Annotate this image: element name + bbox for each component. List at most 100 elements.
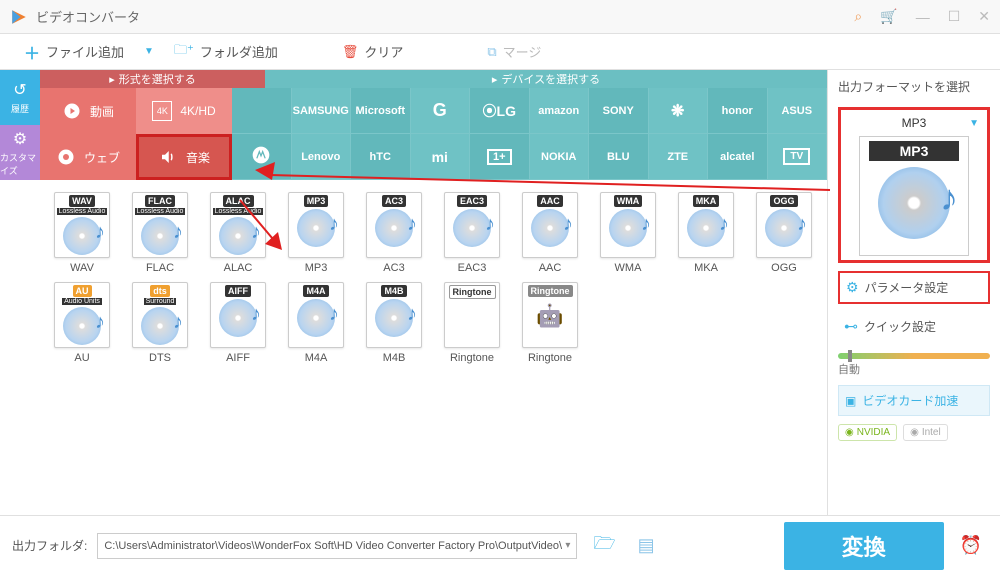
add-file-button[interactable]: ＋ ファイル追加 xyxy=(16,36,132,68)
convert-button[interactable]: 変換 xyxy=(784,522,944,570)
add-folder-button[interactable]: 🗀⁺ フォルダ追加 xyxy=(166,37,286,67)
brand-alcatel[interactable]: alcatel xyxy=(708,134,768,180)
format-badge: Ringtone xyxy=(449,285,496,299)
add-file-dropdown[interactable]: ▼ xyxy=(136,42,162,61)
open-folder-button[interactable]: 🗁 xyxy=(587,531,621,561)
nvidia-chip[interactable]: ◉ NVIDIA xyxy=(838,424,897,441)
format-ogg[interactable]: OGGOGG xyxy=(750,192,818,274)
disc-icon xyxy=(375,209,413,247)
format-m4a[interactable]: M4AM4A xyxy=(282,282,350,364)
format-label: AU xyxy=(74,352,89,364)
minimize-button[interactable]: — xyxy=(916,9,930,25)
close-button[interactable]: ✕ xyxy=(978,8,990,25)
format-eac3[interactable]: EAC3EAC3 xyxy=(438,192,506,274)
format-ringtone[interactable]: RingtoneRingtone xyxy=(438,282,506,364)
brand-blu[interactable]: BLU xyxy=(589,134,649,180)
format-au[interactable]: AUAudio UnitsAU xyxy=(48,282,116,364)
format-badge: AAC xyxy=(537,195,563,207)
huawei-icon: ❋ xyxy=(671,101,684,121)
intel-chip[interactable]: ◉ Intel xyxy=(903,424,948,441)
brand-mi[interactable]: mi xyxy=(411,134,471,180)
brand-honor[interactable]: honor xyxy=(708,88,768,134)
brand-oneplus[interactable]: 1+ xyxy=(470,134,530,180)
brand-htc[interactable]: hTC xyxy=(351,134,411,180)
add-folder-label: フォルダ追加 xyxy=(200,42,278,61)
timer-button[interactable]: ⏰ xyxy=(954,535,988,556)
brand-huawei[interactable]: ❋ xyxy=(649,88,709,134)
history-icon: ↺ xyxy=(13,80,26,100)
maximize-button[interactable]: ☐ xyxy=(948,8,961,25)
format-badge: Ringtone xyxy=(528,285,573,297)
hardware-accel-button[interactable]: ▣ ビデオカード加速 xyxy=(838,385,990,416)
4k-icon: 4K xyxy=(152,101,172,121)
format-aiff[interactable]: AIFFAIFF xyxy=(204,282,272,364)
clear-button[interactable]: 🗑 クリア xyxy=(334,38,412,65)
output-folder-label: 出力フォルダ: xyxy=(12,537,87,554)
brand-zte[interactable]: ZTE xyxy=(649,134,709,180)
brand-asus[interactable]: ASUS xyxy=(768,88,828,134)
output-format-selector[interactable]: MP3 ▼ MP3 xyxy=(838,107,990,263)
brand-samsung[interactable]: SAMSUNG xyxy=(292,88,352,134)
format-preview-card: MP3 xyxy=(859,136,969,256)
format-wma[interactable]: WMAWMA xyxy=(594,192,662,274)
format-m4b[interactable]: M4BM4B xyxy=(360,282,428,364)
format-mp3[interactable]: MP3MP3 xyxy=(282,192,350,274)
category-music[interactable]: 音楽 xyxy=(136,134,232,180)
brand-microsoft[interactable]: Microsoft xyxy=(351,88,411,134)
disc-icon xyxy=(687,209,725,247)
category-4k-hd[interactable]: 4K 4K/HD xyxy=(136,88,232,134)
format-thumb: dtsSurround xyxy=(132,282,188,348)
format-thumb: OGG xyxy=(756,192,812,258)
format-ringtone[interactable]: Ringtone🤖Ringtone xyxy=(516,282,584,364)
format-dts[interactable]: dtsSurroundDTS xyxy=(126,282,194,364)
disc-icon xyxy=(878,167,950,239)
google-icon: G xyxy=(433,100,447,121)
history-label: 履歴 xyxy=(11,102,29,115)
format-ac3[interactable]: AC3AC3 xyxy=(360,192,428,274)
tab-select-device[interactable]: ▸ デバイスを選択する xyxy=(265,70,827,88)
chip-icon: ▣ xyxy=(845,394,856,408)
brand-sony[interactable]: SONY xyxy=(589,88,649,134)
brand-g[interactable]: G xyxy=(411,88,471,134)
trash-icon: 🗑 xyxy=(342,44,359,60)
chrome-icon xyxy=(56,147,76,167)
format-mka[interactable]: MKAMKA xyxy=(672,192,740,274)
history-button[interactable]: ↺ 履歴 xyxy=(0,70,40,125)
format-aac[interactable]: AACAAC xyxy=(516,192,584,274)
brand-apple[interactable] xyxy=(232,88,292,134)
brand-tv[interactable]: TV xyxy=(768,134,828,180)
brand-amazon[interactable]: amazon xyxy=(530,88,590,134)
customize-button[interactable]: ⚙ カスタマイズ xyxy=(0,125,40,180)
tab-select-format[interactable]: ▸ 形式を選択する xyxy=(40,70,265,88)
list-view-button[interactable]: ▤ xyxy=(632,535,661,556)
format-wav[interactable]: WAVLossless AudioWAV xyxy=(48,192,116,274)
parameter-settings-button[interactable]: ⚙ パラメータ設定 xyxy=(838,271,990,304)
quality-slider[interactable] xyxy=(838,353,990,359)
format-label: FLAC xyxy=(146,262,174,274)
brand-nokia[interactable]: NOKIA xyxy=(530,134,590,180)
brand-moto[interactable] xyxy=(232,134,292,180)
speaker-icon xyxy=(158,147,178,167)
merge-label: マージ xyxy=(503,42,542,61)
quick-settings-button[interactable]: ⊷ クイック設定 xyxy=(838,312,990,341)
disc-icon xyxy=(219,299,257,337)
format-alac[interactable]: ALACLossless AudioALAC xyxy=(204,192,272,274)
merge-button[interactable]: ⧉ マージ xyxy=(479,38,549,65)
bottom-bar: 出力フォルダ: C:\Users\Administrator\Videos\Wo… xyxy=(0,515,1000,575)
format-flac[interactable]: FLACLossless AudioFLAC xyxy=(126,192,194,274)
format-badge: OGG xyxy=(770,195,797,207)
category-video[interactable]: 動画 xyxy=(40,88,136,134)
search-icon[interactable]: ⌕ xyxy=(854,8,862,25)
format-badge: WMA xyxy=(614,195,643,207)
format-badge: ALAC xyxy=(223,195,254,207)
cart-icon[interactable]: 🛒 xyxy=(880,8,897,25)
format-badge: MP3 xyxy=(304,195,329,207)
brand-lenovo[interactable]: Lenovo xyxy=(292,134,352,180)
output-folder-path[interactable]: C:\Users\Administrator\Videos\WonderFox … xyxy=(97,533,577,559)
format-thumb: Ringtone xyxy=(444,282,500,348)
format-preview-badge: MP3 xyxy=(869,141,959,161)
brand-lg[interactable]: ⦿LG xyxy=(470,88,530,134)
xiaomi-icon: mi xyxy=(432,149,448,165)
category-web[interactable]: ウェブ xyxy=(40,134,136,180)
app-logo-icon xyxy=(10,8,28,26)
